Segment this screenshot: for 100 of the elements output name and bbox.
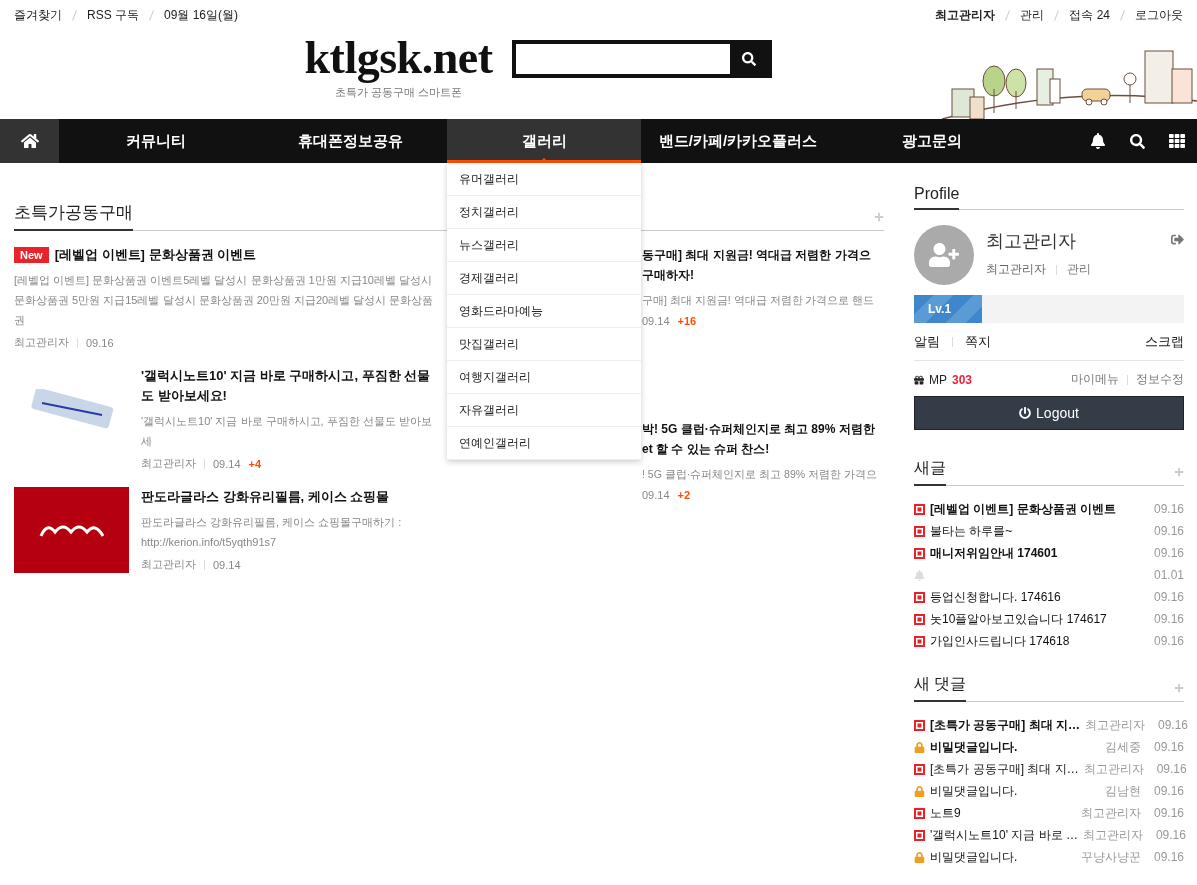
post-author: 최고관리자 [141, 456, 196, 471]
top-link[interactable]: 최고관리자 [935, 6, 996, 24]
avatar-icon [914, 225, 974, 285]
comment-author: 최고관리자 [1083, 760, 1144, 778]
post-link[interactable]: 등업신청합니다. 174616 [930, 588, 1149, 606]
new-post-icon [914, 503, 925, 515]
post-excerpt: 판도라글라스 강화유리필름, 케이스 쇼핑몰구매하기 : http://kerion.info/t5yqth91s7 [141, 515, 403, 550]
post-link[interactable]: 가입인사드립니다 174618 [930, 632, 1149, 650]
comment-author: 최고관리자 [1080, 804, 1141, 822]
top-link[interactable]: 09월 16일(월) [164, 6, 239, 24]
profile-link[interactable]: 쪽지 [965, 333, 991, 351]
dropdown-item[interactable]: 연예인갤러리 [447, 427, 641, 460]
nav-tab[interactable]: 밴드/카페/카카오플러스 [641, 119, 835, 163]
comment-link[interactable]: 비밀댓글입니다. [930, 738, 1018, 756]
post-date: 09.14 [213, 457, 241, 470]
comment-date: 09.16 [1156, 762, 1187, 776]
post-title[interactable]: 박! 5G 클럽·슈퍼체인지로 최고 89% 저렴한 [642, 419, 875, 439]
post-date: 09.16 [1153, 612, 1184, 626]
post-author: 최고관리자 [141, 557, 196, 572]
comment-date: 09.16 [1153, 784, 1184, 798]
post-link[interactable]: 매니저위임안내 174601 [930, 544, 1149, 562]
comment-author: 최고관리자 [1085, 716, 1145, 734]
admin-link[interactable]: 관리 [1067, 261, 1091, 278]
section-title: Profile [914, 185, 960, 210]
comment-date: 09.16 [1153, 740, 1184, 754]
post-title[interactable]: [레벨업 이벤트] 문화상품권 이벤트 [54, 245, 257, 265]
new-post-icon [914, 547, 925, 559]
nav-tab[interactable]: 광고문의 [835, 119, 1029, 163]
post-excerpt: ! 5G 클럽·슈퍼체인지로 최고 89% 저렴한 가격으 [642, 467, 877, 482]
search-icon[interactable] [1130, 133, 1145, 149]
comment-date: 09.16 [1153, 806, 1184, 820]
post-link[interactable]: 놋10플알아보고있습니다 174617 [930, 610, 1149, 628]
profile-link[interactable]: 정보수정 [1136, 371, 1184, 388]
post-link[interactable]: 불타는 하루를~ [930, 522, 1149, 540]
comment-link[interactable]: 비밀댓글입니다. [930, 848, 1018, 866]
site-logo[interactable]: ktlgsk.net [304, 33, 493, 83]
bell-icon[interactable] [1090, 133, 1106, 149]
post-date: 09.16 [86, 336, 114, 349]
post-excerpt: [레벨업 이벤트] 문화상품권 이벤트5레벨 달성시 문화상품권 1만원 지급10레벨 달성시 문화상품권 5만원 지급15레벨 달성시 문화상품권 20만원 지급20레벨 달성시 문화상품권 [14, 273, 435, 328]
comment-author: 최고관리자 [1082, 826, 1143, 844]
post-date: 09.16 [1153, 524, 1184, 538]
dropdown-item[interactable]: 맛집갤러리 [447, 328, 641, 361]
post-date: 09.14 [642, 315, 670, 327]
comment-count: +16 [677, 315, 697, 327]
post-date: 01.01 [1153, 568, 1184, 582]
site-tagline: 초특가 공동구매 스마트폰 [334, 85, 463, 100]
dropdown-item[interactable]: 유머갤러리 [447, 163, 641, 196]
new-post-icon [914, 591, 925, 603]
post-excerpt: '갤럭시노트10' 지금 바로 구매하시고, 푸짐한 선물도 받아보세 [141, 414, 433, 449]
comment-link[interactable]: 비밀댓글입니다. [930, 782, 1018, 800]
post-date: 09.14 [642, 489, 670, 501]
new-post-icon [914, 613, 925, 625]
gift-icon [914, 374, 924, 385]
scrap-link[interactable]: 스크랩 [1145, 333, 1184, 351]
dropdown-item[interactable]: 경제갤러리 [447, 262, 641, 295]
profile-link[interactable]: 알림 [914, 333, 940, 351]
nav-tab[interactable]: 커뮤니티 [59, 119, 253, 163]
nav-tab[interactable]: 휴대폰정보공유 [253, 119, 447, 163]
top-link[interactable]: 즐겨찾기 [14, 6, 62, 24]
points-value: 303 [952, 372, 973, 387]
profile-link[interactable]: 마이메뉴 [1071, 371, 1119, 388]
comment-date: 09.16 [1158, 718, 1189, 732]
logout-button[interactable]: Logout [914, 396, 1184, 430]
post-title[interactable]: 판도라글라스 강화유리필름, 케이스 쇼핑몰 [141, 487, 390, 507]
top-link[interactable]: 관리 [1020, 6, 1045, 24]
new-post-icon [914, 525, 925, 537]
top-link[interactable]: 접속 24 [1069, 6, 1110, 24]
search-field[interactable] [512, 40, 773, 78]
post-title[interactable]: 구매하자! [642, 265, 694, 285]
dropdown-item[interactable]: 정치갤러리 [447, 196, 641, 229]
grid-menu-icon[interactable] [1169, 133, 1185, 149]
comment-link[interactable]: '갤럭시노트10' 지금 바로 … [930, 826, 1078, 844]
post-title[interactable]: '갤럭시노트10' 지금 바로 구매하시고, 푸짐한 선물도 받아보세요! [141, 366, 440, 406]
comment-author: 김세중 [1104, 738, 1141, 756]
dropdown-item[interactable]: 여행지갤러리 [447, 361, 641, 394]
dropdown-item[interactable]: 영화드라마예능 [447, 295, 641, 328]
dropdown-item[interactable]: 뉴스갤러리 [447, 229, 641, 262]
dropdown-item[interactable]: 자유갤러리 [447, 394, 641, 427]
comment-count: +4 [248, 457, 262, 470]
profile-name: 최고관리자 [986, 230, 1077, 253]
top-link[interactable]: 로그아웃 [1135, 6, 1183, 24]
home-icon [20, 132, 39, 150]
comment-link[interactable]: [초특가 공동구매] 최대 지… [930, 716, 1080, 734]
comment-link[interactable]: [초특가 공동구매] 최대 지… [930, 760, 1079, 778]
top-link[interactable]: RSS 구독 [87, 6, 139, 24]
new-post-icon [914, 719, 925, 731]
post-link[interactable]: [레벨업 이벤트] 문화상품권 이벤트 [930, 500, 1149, 518]
comment-link[interactable]: 노트9 [930, 804, 961, 822]
new-post-icon [914, 807, 925, 819]
level-label: Lv.1 [928, 302, 952, 316]
post-title[interactable]: et 할 수 있는 슈퍼 찬스! [642, 439, 770, 459]
post-date: 09.16 [1153, 502, 1184, 516]
post-excerpt: 구매] 최대 지원금! 역대급 저렴한 가격으로 핸드 [642, 293, 875, 308]
nav-tab[interactable]: 갤러리 [447, 119, 641, 163]
power-icon [1019, 407, 1032, 419]
post-title[interactable]: 동구매] 최대 지원금! 역대급 저렴한 가격으 [642, 245, 871, 265]
home-button[interactable] [0, 119, 59, 163]
comment-date: 09.16 [1153, 850, 1184, 864]
post-date: 09.16 [1153, 546, 1184, 560]
comment-author: 김남현 [1104, 782, 1141, 800]
